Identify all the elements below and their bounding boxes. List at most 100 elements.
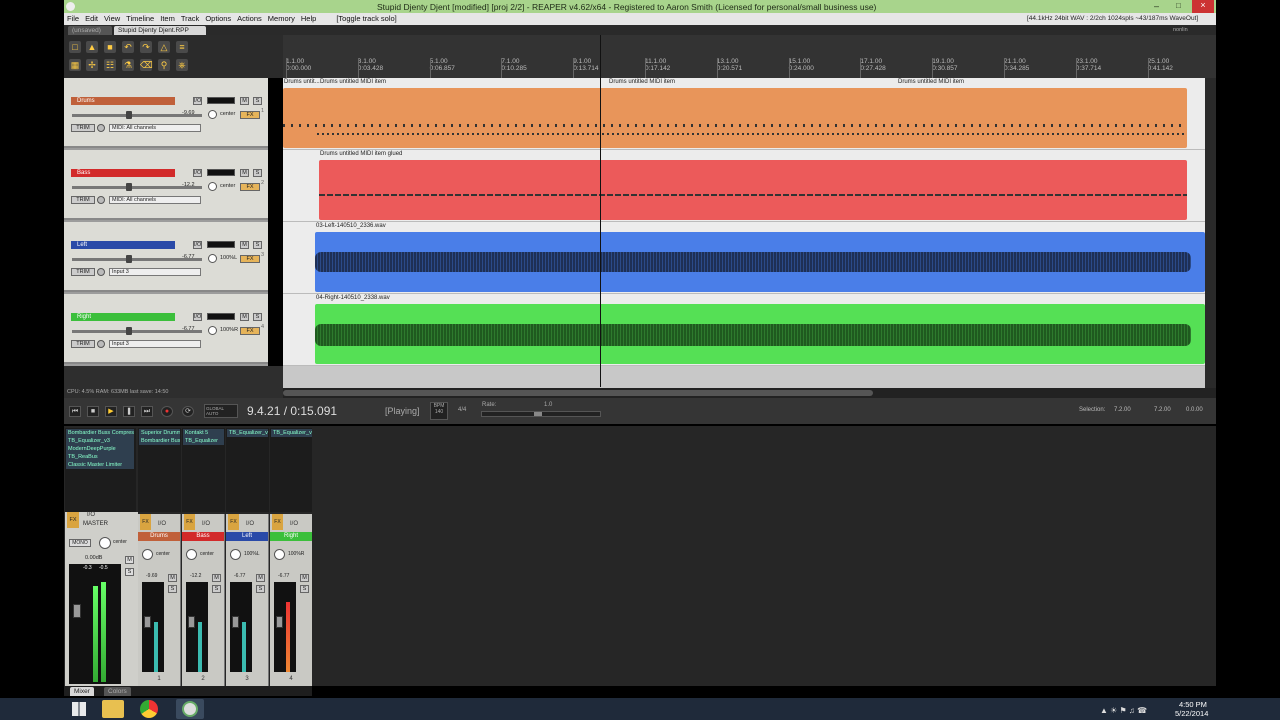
- rate-slider[interactable]: [481, 411, 601, 417]
- strip-fx-slot[interactable]: Superior Drummer: [139, 429, 180, 437]
- fx-button[interactable]: FX: [240, 255, 260, 263]
- master-fx-slot[interactable]: TB_ReaBus: [66, 453, 134, 461]
- strip-fx-slot[interactable]: TB_Equalizer_v: [227, 429, 268, 437]
- solo-button[interactable]: S: [253, 97, 262, 105]
- go-to-end-button[interactable]: ⏭: [141, 406, 153, 417]
- start-icon[interactable]: [72, 702, 86, 716]
- input-select[interactable]: Input 3: [109, 268, 201, 276]
- tab-stupid-djenty-djent[interactable]: Stupid Djenty Djent.RPP: [114, 26, 206, 35]
- pan-knob[interactable]: [208, 110, 217, 119]
- mono-button[interactable]: MONO: [69, 539, 91, 547]
- strip-fx-slot[interactable]: Kontakt 5: [183, 429, 224, 437]
- strip-solo-button[interactable]: S: [212, 585, 221, 593]
- io-button[interactable]: I/O: [193, 97, 202, 105]
- global-auto-button[interactable]: GLOBAL AUTO: [204, 404, 238, 418]
- track-name[interactable]: Drums: [71, 97, 175, 105]
- strip-io-button[interactable]: I/O: [158, 521, 166, 527]
- menu-item[interactable]: Memory: [265, 13, 298, 24]
- strip-solo-button[interactable]: S: [168, 585, 177, 593]
- master-pan-knob[interactable]: [99, 537, 111, 549]
- horizontal-scrollbar[interactable]: [283, 388, 1216, 398]
- left-audio-item[interactable]: [315, 232, 1205, 292]
- strip-mute-button[interactable]: M: [256, 574, 265, 582]
- strip-fader[interactable]: [232, 616, 239, 628]
- strip-mute-button[interactable]: M: [300, 574, 309, 582]
- locking-icon[interactable]: ⚗: [122, 59, 134, 71]
- strip-name[interactable]: Right: [270, 532, 312, 541]
- fx-button[interactable]: FX: [240, 183, 260, 191]
- tray-icons[interactable]: ▲ ☀ ⚑ ♫ ☎: [1100, 706, 1147, 715]
- solo-button[interactable]: S: [253, 169, 262, 177]
- maximize-button[interactable]: □: [1176, 1, 1188, 10]
- trim-button[interactable]: TRIM: [71, 196, 95, 204]
- minimize-button[interactable]: –: [1154, 1, 1168, 11]
- io-button[interactable]: I/O: [193, 241, 202, 249]
- ripple-edit-icon[interactable]: ≡: [176, 41, 188, 53]
- tab-unsaved[interactable]: (unsaved): [68, 26, 112, 35]
- input-monitor-icon[interactable]: [97, 268, 105, 276]
- master-solo-button[interactable]: S: [125, 568, 134, 576]
- strip-io-button[interactable]: I/O: [290, 521, 298, 527]
- input-select[interactable]: Input 3: [109, 340, 201, 348]
- solo-button[interactable]: S: [253, 241, 262, 249]
- trim-button[interactable]: TRIM: [71, 340, 95, 348]
- selection-length[interactable]: 0.0.00: [1186, 407, 1203, 413]
- track-panel-drums[interactable]: Drums I/O M S -9.69 center FX TRIM MIDI: All cha…: [64, 78, 268, 148]
- redo-icon[interactable]: ↷: [140, 41, 152, 53]
- arrange-empty-area[interactable]: [283, 366, 1205, 388]
- track-panel-bass[interactable]: Bass I/O M S -12.2 center FX TRIM MIDI: All chan…: [64, 150, 268, 220]
- strip-io-button[interactable]: I/O: [202, 521, 210, 527]
- strip-fader[interactable]: [276, 616, 283, 628]
- master-fader[interactable]: [73, 604, 81, 618]
- menu-item[interactable]: File: [64, 13, 82, 24]
- right-audio-item[interactable]: [315, 304, 1205, 364]
- pan-knob[interactable]: [208, 326, 217, 335]
- strip-solo-button[interactable]: S: [256, 585, 265, 593]
- mute-button[interactable]: M: [240, 313, 249, 321]
- grid-icon[interactable]: ▦: [69, 59, 81, 71]
- strip-fx-slot[interactable]: TB_Equalizer: [183, 437, 224, 445]
- input-monitor-icon[interactable]: [97, 340, 105, 348]
- menu-item[interactable]: Timeline: [123, 13, 157, 24]
- menu-item[interactable]: View: [101, 13, 123, 24]
- track-name[interactable]: Right: [71, 313, 175, 321]
- strip-fx-slot[interactable]: TB_Equalizer_v: [271, 429, 312, 437]
- metronome-icon[interactable]: △: [158, 41, 170, 53]
- strip-solo-button[interactable]: S: [300, 585, 309, 593]
- fx-button[interactable]: FX: [240, 111, 260, 119]
- strip-name[interactable]: Left: [226, 532, 268, 541]
- undo-icon[interactable]: ↶: [122, 41, 134, 53]
- master-fx-slot[interactable]: Bombardier Buss Compres: [66, 429, 134, 437]
- volume-fader-thumb[interactable]: [126, 183, 132, 191]
- menu-item[interactable]: Track: [178, 13, 202, 24]
- strip-io-button[interactable]: I/O: [246, 521, 254, 527]
- trim-button[interactable]: TRIM: [71, 268, 95, 276]
- master-mute-button[interactable]: M: [125, 556, 134, 564]
- strip-fx-slot[interactable]: Bombardier Buss: [139, 437, 180, 445]
- cycle-icon[interactable]: ⎈: [176, 59, 188, 71]
- bass-midi-item[interactable]: [319, 160, 1187, 220]
- strip-fx-button[interactable]: FX: [184, 514, 195, 530]
- chrome-icon[interactable]: [140, 700, 158, 718]
- scroll-thumb[interactable]: [283, 390, 873, 396]
- reaper-icon[interactable]: [176, 699, 204, 719]
- stop-button[interactable]: ■: [87, 406, 99, 417]
- strip-pan-knob[interactable]: [142, 549, 153, 560]
- track-name[interactable]: Left: [71, 241, 175, 249]
- tab-colors[interactable]: Colors: [104, 687, 131, 696]
- bpm-box[interactable]: BPM 140: [430, 402, 448, 420]
- close-button[interactable]: ×: [1192, 0, 1214, 13]
- rate-slider-thumb[interactable]: [534, 412, 542, 416]
- mute-button[interactable]: M: [240, 169, 249, 177]
- timeline-ruler[interactable]: nonlin 1.1.00 0:00.000 3.1.00 0:03.428 5.1.0…: [283, 27, 1216, 78]
- menu-item[interactable]: Help: [298, 13, 319, 24]
- drums-midi-item[interactable]: [283, 88, 1187, 148]
- strip-fx-button[interactable]: FX: [140, 514, 151, 530]
- volume-fader-thumb[interactable]: [126, 327, 132, 335]
- master-fx-slot[interactable]: Classic Master Limiter: [66, 461, 134, 469]
- input-monitor-icon[interactable]: [97, 124, 105, 132]
- strip-fader[interactable]: [144, 616, 151, 628]
- arrange-view[interactable]: Drums untit... Drums untitled MIDI item …: [283, 78, 1205, 366]
- strip-pan-knob[interactable]: [274, 549, 285, 560]
- crossfade-icon[interactable]: ⌫: [140, 59, 153, 71]
